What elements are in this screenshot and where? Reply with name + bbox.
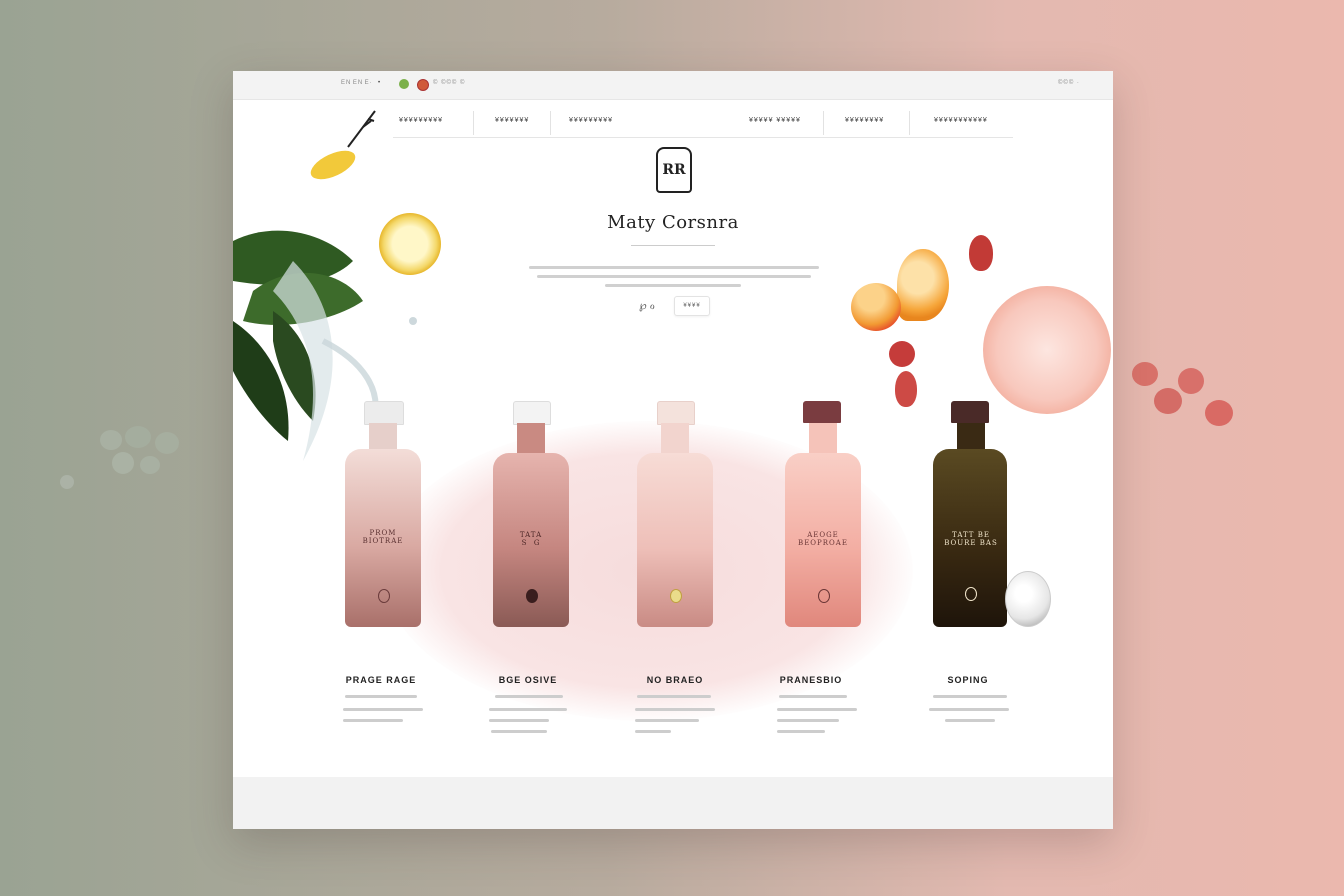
brand-title: Maty Corsnra [607,212,739,233]
bottle-neck [809,423,837,457]
product-name[interactable]: BGE OSIVE [453,675,603,685]
background-berry [1205,400,1233,426]
topbar-account[interactable]: ©©© · [1058,80,1080,86]
cta-button[interactable]: ¥¥¥¥ [674,296,710,316]
nav-item-5[interactable]: ¥¥¥¥¥¥¥¥ [845,117,884,124]
lemon-on-branch-icon [310,110,376,180]
product-description-line [635,708,715,711]
top-utility-bar: EN EN E· • © ©©© © ©©© · [233,71,1113,100]
product-name[interactable]: PRANESBIO [736,675,886,685]
hero-description-line [529,266,819,269]
product-description-line [343,719,403,722]
product-description-line [345,695,417,698]
product-description-line [777,708,857,711]
product-name[interactable]: SOPING [893,675,1043,685]
lemon-slice-icon [379,213,441,275]
main-navigation: ¥¥¥¥¥¥¥¥¥ ¥¥¥¥¥¥¥ ¥¥¥¥¥¥¥¥¥ ¥¥¥¥¥ ¥¥¥¥¥ … [393,109,1013,138]
product-description-line [929,708,1009,711]
nav-item-3[interactable]: ¥¥¥¥¥¥¥¥¥ [569,117,613,124]
nav-item-6[interactable]: ¥¥¥¥¥¥¥¥¥¥¥ [934,117,988,124]
bottle-cap [364,401,404,425]
brand-crest-logo[interactable]: RR [656,147,692,193]
background-dot [60,475,74,489]
nav-item-1[interactable]: ¥¥¥¥¥¥¥¥¥ [399,117,443,124]
bottle-label: TATT BE BOURE BAS [944,531,998,547]
product-name[interactable]: PRAGE RAGE [306,675,456,685]
grapefruit-half-icon [983,286,1111,414]
red-dot-icon[interactable] [417,79,429,91]
background-dot [125,426,151,448]
bottle-label: AEOGE BEOPROAE [798,531,848,547]
background-dot [155,432,179,454]
product-description-line [489,708,567,711]
berry-icon [889,341,915,367]
background-berry [1132,362,1158,386]
bottle-seal-icon [526,589,538,603]
background-dot [112,452,134,474]
bottle-seal-icon [965,587,977,601]
orange-wedge-icon [851,283,901,331]
nav-divider [473,111,474,135]
product-description-line [343,708,423,711]
product-description-line [779,695,847,698]
product-bottle-3[interactable] [635,399,715,629]
topbar-separator: • [378,80,382,86]
background-dot [140,456,160,474]
nav-item-4[interactable]: ¥¥¥¥¥ ¥¥¥¥¥ [749,117,801,124]
bottle-seal-icon [378,589,390,603]
crest-text: RR [662,162,686,178]
background-dot [100,430,122,450]
bottle-cap [951,401,989,423]
product-description-line [933,695,1007,698]
green-dot-icon[interactable] [399,79,409,89]
bottle-cap [657,401,695,425]
nav-item-2[interactable]: ¥¥¥¥¥¥¥ [495,117,529,124]
product-description-line [495,695,563,698]
product-name[interactable]: NO BRAEO [600,675,750,685]
bottle-cap [513,401,551,425]
website-page: EN EN E· • © ©©© © ©©© · ¥¥¥¥¥¥¥¥¥ ¥¥¥¥¥… [233,71,1113,829]
background-berry [1178,368,1204,394]
language-selector[interactable]: EN EN E· [341,80,373,86]
nav-divider [823,111,824,135]
bottle-label: TATA S G [519,531,543,547]
product-description-line [635,730,671,733]
nav-divider [909,111,910,135]
bottle-neck [661,423,689,457]
bottle-neck [517,423,545,457]
product-description-line [637,695,711,698]
orange-slice-icon [897,249,949,321]
berry-icon [969,235,993,271]
glass-lid-icon [1005,571,1051,627]
product-bottle-2[interactable]: TATA S G [491,399,571,629]
bottle-label: PROM BIOTRAE [362,529,404,545]
page-footer [233,777,1113,829]
product-description-line [635,719,699,722]
product-description-line [491,730,547,733]
hero-description-line [537,275,811,278]
product-bottle-1[interactable]: PROM BIOTRAE [343,399,423,629]
product-description-line [489,719,549,722]
bottle-cap [803,401,841,423]
cta-icon[interactable]: ℘ ℴ [639,299,655,312]
topbar-links[interactable]: © ©©© © [433,80,465,86]
bottle-seal-icon [670,589,682,603]
product-description-line [945,719,995,722]
bottle-seal-icon [818,589,830,603]
product-bottle-4[interactable]: AEOGE BEOPROAE [783,399,863,629]
berry-icon [895,371,917,407]
background-berry [1154,388,1182,414]
product-description-line [777,719,839,722]
nav-divider [550,111,551,135]
hero-description-line [605,284,741,287]
product-bottle-5[interactable]: TATT BE BOURE BAS [931,399,1011,629]
title-divider [631,245,715,246]
product-description-line [777,730,825,733]
